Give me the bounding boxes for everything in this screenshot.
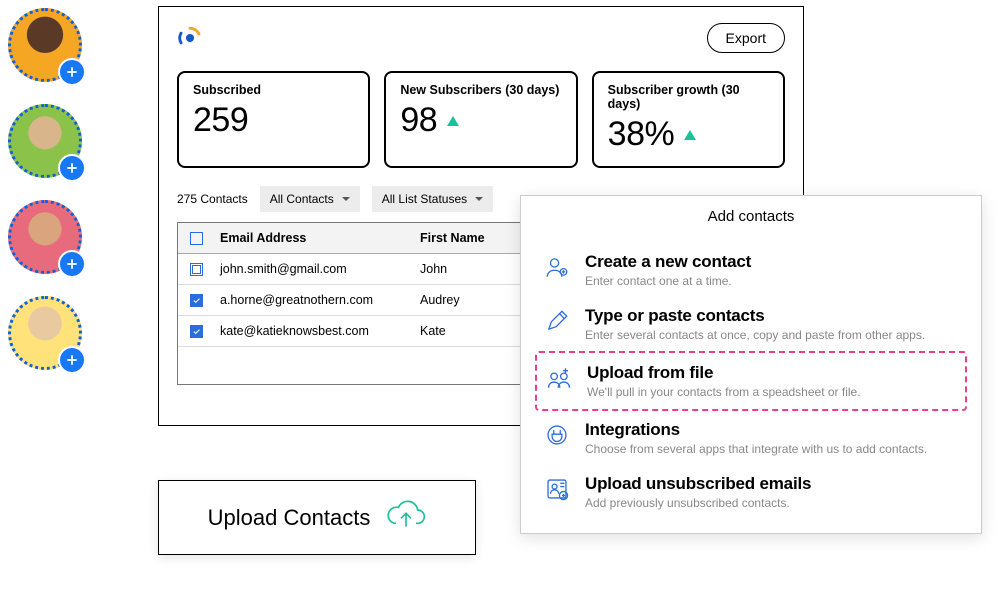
contacts-count: 275 Contacts	[177, 192, 248, 206]
avatar-item[interactable]	[8, 104, 82, 178]
plus-icon[interactable]	[58, 250, 86, 278]
stat-value: 38%	[608, 115, 675, 154]
add-option-user-plus[interactable]: Create a new contact Enter contact one at…	[521, 243, 981, 297]
cell-email: john.smith@gmail.com	[220, 262, 420, 276]
plus-icon[interactable]	[58, 154, 86, 182]
stat-label: New Subscribers (30 days)	[400, 83, 561, 97]
user-plus-icon	[543, 254, 571, 282]
stat-growth: Subscriber growth (30 days) 38%	[592, 71, 785, 168]
row-checkbox[interactable]	[190, 294, 220, 307]
plug-icon	[543, 422, 571, 450]
avatar-item[interactable]	[8, 296, 82, 370]
add-option-subtitle: Enter contact one at a time.	[585, 274, 751, 288]
filter-all-contacts[interactable]: All Contacts	[260, 186, 360, 212]
add-option-subtitle: Add previously unsubscribed contacts.	[585, 496, 811, 510]
avatar-item[interactable]	[8, 200, 82, 274]
add-items-list: Create a new contact Enter contact one at…	[521, 243, 981, 519]
stat-value: 98	[400, 101, 437, 140]
select-all-checkbox[interactable]	[190, 232, 220, 245]
stat-value: 259	[193, 101, 248, 140]
panel-title: Add contacts	[521, 196, 981, 243]
add-option-contact-card[interactable]: Upload unsubscribed emails Add previously…	[521, 465, 981, 519]
filter-label: All Contacts	[270, 192, 334, 206]
stat-new-subscribers: New Subscribers (30 days) 98	[384, 71, 577, 168]
row-checkbox[interactable]	[190, 263, 220, 276]
filter-label: All List Statuses	[382, 192, 467, 206]
add-option-pencil[interactable]: Type or paste contacts Enter several cont…	[521, 297, 981, 351]
chevron-down-icon	[475, 197, 483, 201]
plus-icon[interactable]	[58, 58, 86, 86]
top-bar: Export	[177, 23, 785, 53]
plus-icon[interactable]	[58, 346, 86, 374]
contact-card-icon	[543, 476, 571, 504]
add-option-subtitle: We'll pull in your contacts from a spead…	[587, 385, 861, 399]
logo-icon	[177, 25, 203, 51]
trend-up-icon	[447, 116, 459, 126]
stat-label: Subscriber growth (30 days)	[608, 83, 769, 111]
add-option-title: Type or paste contacts	[585, 306, 925, 326]
upload-card-title: Upload Contacts	[208, 505, 371, 531]
filter-all-statuses[interactable]: All List Statuses	[372, 186, 493, 212]
cell-email: kate@katieknowsbest.com	[220, 324, 420, 338]
add-option-title: Upload unsubscribed emails	[585, 474, 811, 494]
add-option-people-plus[interactable]: Upload from file We'll pull in your conta…	[535, 351, 967, 411]
cloud-upload-icon	[386, 495, 426, 540]
export-button[interactable]: Export	[707, 23, 785, 53]
add-option-title: Create a new contact	[585, 252, 751, 272]
chevron-down-icon	[342, 197, 350, 201]
stat-subscribed: Subscribed 259	[177, 71, 370, 168]
add-contacts-panel: Add contacts Create a new contact Enter c…	[520, 195, 982, 534]
row-checkbox[interactable]	[190, 325, 220, 338]
column-email[interactable]: Email Address	[220, 231, 420, 245]
add-option-plug[interactable]: Integrations Choose from several apps tha…	[521, 411, 981, 465]
people-plus-icon	[545, 365, 573, 393]
add-option-title: Integrations	[585, 420, 927, 440]
add-option-subtitle: Enter several contacts at once, copy and…	[585, 328, 925, 342]
avatar-item[interactable]	[8, 8, 82, 82]
cell-email: a.horne@greatnothern.com	[220, 293, 420, 307]
stats-row: Subscribed 259 New Subscribers (30 days)…	[177, 71, 785, 168]
trend-up-icon	[684, 130, 696, 140]
add-option-subtitle: Choose from several apps that integrate …	[585, 442, 927, 456]
upload-contacts-card[interactable]: Upload Contacts	[158, 480, 476, 555]
pencil-icon	[543, 308, 571, 336]
stat-label: Subscribed	[193, 83, 354, 97]
add-option-title: Upload from file	[587, 363, 861, 383]
avatar-column	[8, 8, 82, 392]
